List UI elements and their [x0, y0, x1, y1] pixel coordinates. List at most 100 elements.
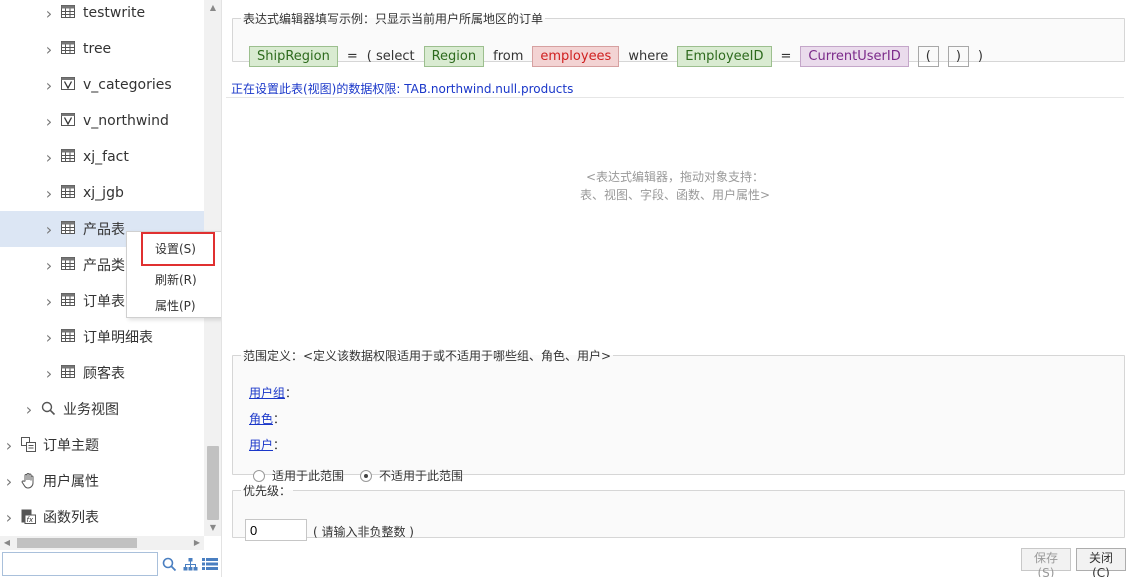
tree-item-label: 订单明细表	[83, 330, 153, 346]
tree-item-label: 函数列表	[43, 510, 99, 526]
user-group-colon: ：	[285, 386, 298, 400]
tree-item[interactable]: › 订单主题	[0, 427, 204, 463]
search-icon[interactable]	[160, 554, 178, 574]
tree-item[interactable]: › testwrite	[0, 0, 204, 31]
table-icon	[61, 5, 77, 21]
priority-legend: 优先级：	[243, 484, 292, 498]
close-button[interactable]: 关闭(C)	[1076, 548, 1126, 577]
chevron-right-icon[interactable]: ›	[43, 76, 55, 95]
scroll-down-arrow-icon[interactable]: ▼	[204, 520, 221, 536]
tree-item-label: 订单主题	[43, 438, 99, 454]
example-legend: 表达式编辑器填写示例：只显示当前用户所属地区的订单	[243, 12, 544, 26]
table-icon	[61, 329, 77, 345]
example-keyword: from	[493, 49, 524, 64]
priority-fieldset: 优先级： ( 请输入非负整数 )	[232, 482, 1125, 541]
role-colon: ：	[273, 412, 286, 426]
tree-item-label: xj_fact	[83, 149, 129, 165]
chevron-right-icon[interactable]: ›	[3, 508, 15, 527]
editor-hint-line2: 表、视图、字段、函数、用户属性>	[579, 188, 771, 202]
chevron-right-icon[interactable]: ›	[43, 148, 55, 167]
tree-item-label: tree	[83, 41, 112, 57]
tree-item[interactable]: › xj_fact	[0, 139, 204, 175]
table-icon	[61, 293, 77, 309]
table-icon	[61, 365, 77, 381]
view-icon	[61, 113, 77, 129]
chevron-right-icon[interactable]: ›	[43, 184, 55, 203]
chevron-right-icon[interactable]: ›	[43, 112, 55, 131]
example-token: (	[917, 46, 939, 67]
save-button[interactable]: 保存(S)	[1021, 548, 1071, 577]
chevron-right-icon[interactable]: ›	[43, 292, 55, 311]
role-link[interactable]: 角色	[249, 410, 273, 427]
table-icon	[61, 149, 77, 165]
tree-item-label: 订单表	[83, 294, 125, 310]
chevron-right-icon[interactable]: ›	[3, 472, 15, 491]
user-link[interactable]: 用户	[249, 436, 273, 453]
tree-item-label: testwrite	[83, 5, 146, 21]
chevron-right-icon[interactable]: ›	[43, 220, 55, 239]
app-window: › testwrite › tree › v_categories › v_northwind…	[0, 0, 1131, 577]
tree-item-label: v_categories	[83, 77, 172, 93]
radio-not-apply[interactable]	[360, 469, 373, 482]
scroll-up-arrow-icon[interactable]: ▲	[204, 0, 221, 16]
hierarchy-icon[interactable]	[181, 554, 199, 574]
editor-hint: <表达式编辑器，拖动对象支持： 表、视图、字段、函数、用户属性>	[226, 168, 1124, 204]
chevron-right-icon[interactable]: ›	[3, 436, 15, 455]
example-token: CurrentUserID	[800, 46, 909, 67]
table-icon	[61, 41, 77, 57]
radio-apply[interactable]	[253, 469, 265, 482]
example-keyword: ( select	[366, 49, 415, 64]
table-icon	[61, 221, 77, 237]
tree-item[interactable]: › 订单明细表	[0, 319, 204, 355]
example-keyword: =	[346, 49, 358, 64]
permission-title: 正在设置此表(视图)的数据权限: TAB.northwind.null.prod…	[231, 82, 574, 96]
search-icon	[41, 401, 57, 417]
chevron-right-icon[interactable]: ›	[43, 4, 55, 23]
user-group-link[interactable]: 用户组	[249, 384, 285, 401]
chevron-right-icon[interactable]: ›	[43, 328, 55, 347]
menu-item-refresh[interactable]: 刷新(R)	[127, 267, 221, 293]
tree-item[interactable]: › 用户属性	[0, 463, 204, 499]
scroll-thumb-horizontal[interactable]	[17, 538, 137, 548]
user-colon: ：	[273, 438, 286, 452]
priority-hint: ( 请输入非负整数 )	[313, 525, 414, 539]
chevron-right-icon[interactable]: ›	[23, 400, 35, 419]
scroll-left-arrow-icon[interactable]: ◀	[0, 536, 14, 550]
tree-item[interactable]: › tree	[0, 31, 204, 67]
tree-item[interactable]: › 顾客表	[0, 355, 204, 391]
tree-item[interactable]: › 业务视图	[0, 391, 204, 427]
example-keyword: where	[628, 49, 669, 64]
expression-editor[interactable]: <表达式编辑器，拖动对象支持： 表、视图、字段、函数、用户属性>	[226, 97, 1124, 335]
chevron-right-icon[interactable]: ›	[43, 40, 55, 59]
hand-icon	[21, 473, 37, 489]
tree-item[interactable]: › v_categories	[0, 67, 204, 103]
scroll-right-arrow-icon[interactable]: ▶	[190, 536, 204, 550]
topic-icon	[21, 437, 37, 453]
resource-tree-panel: › testwrite › tree › v_categories › v_northwind…	[0, 0, 222, 577]
example-token: ShipRegion	[249, 46, 338, 67]
example-keyword: =	[780, 49, 792, 64]
chevron-right-icon[interactable]: ›	[43, 364, 55, 383]
tree-item-label: v_northwind	[83, 113, 169, 129]
table-icon	[61, 257, 77, 273]
menu-item-settings[interactable]: 设置(S)	[141, 232, 215, 266]
example-token: employees	[532, 46, 620, 67]
tree-item[interactable]: › xj_jgb	[0, 175, 204, 211]
priority-input[interactable]	[245, 519, 307, 541]
example-token: )	[947, 46, 969, 67]
context-menu: 设置(S) 刷新(R) 属性(P)	[126, 231, 221, 319]
view-icon	[61, 77, 77, 93]
tree-item[interactable]: › fx 函数列表	[0, 499, 204, 535]
menu-item-properties[interactable]: 属性(P)	[127, 293, 221, 319]
list-view-icon[interactable]	[201, 554, 219, 574]
tree-item[interactable]: › v_northwind	[0, 103, 204, 139]
tree-item-label: 业务视图	[63, 402, 119, 418]
tree-horizontal-scrollbar[interactable]: ◀ ▶	[0, 536, 204, 550]
example-expression: ShipRegion = ( select Region from employees wh…	[249, 46, 992, 67]
tree-item-label: xj_jgb	[83, 185, 124, 201]
scroll-thumb[interactable]	[207, 446, 219, 520]
tree-search-input[interactable]	[2, 552, 158, 576]
editor-hint-line1: <表达式编辑器，拖动对象支持：	[585, 170, 765, 184]
chevron-right-icon[interactable]: ›	[43, 256, 55, 275]
example-fieldset: 表达式编辑器填写示例：只显示当前用户所属地区的订单 ShipRegion = ( s…	[232, 10, 1125, 67]
